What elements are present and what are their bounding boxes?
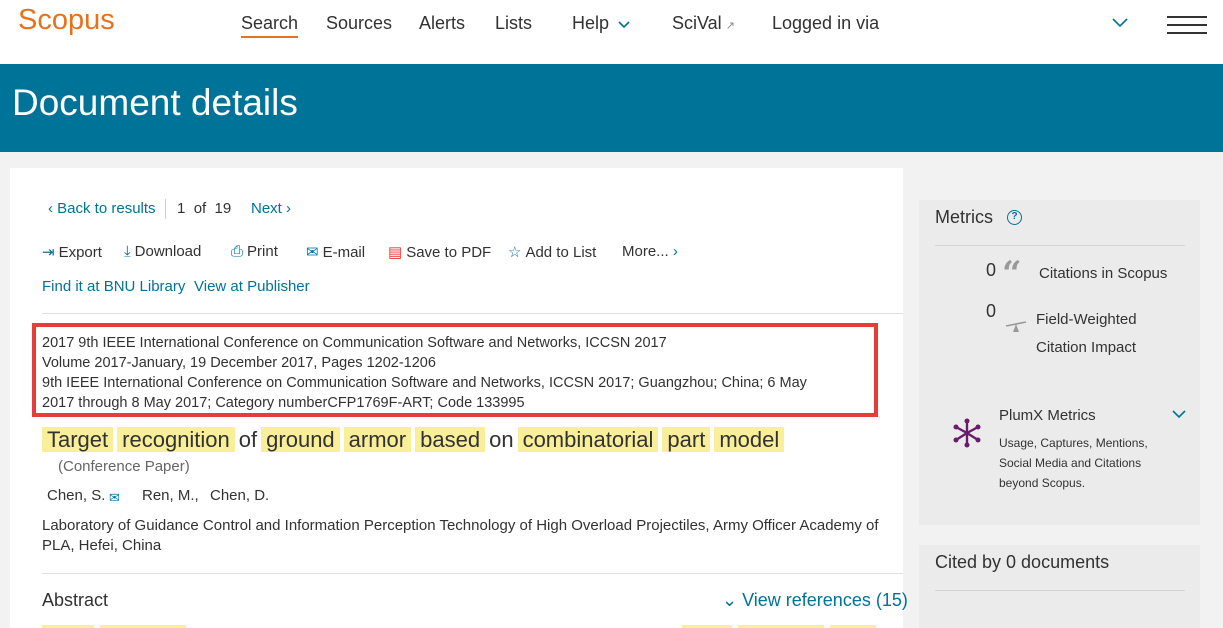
view-at-publisher-link[interactable]: View at Publisher <box>194 278 310 295</box>
printer-icon: ⎙ <box>231 243 244 260</box>
help-icon[interactable]: ? <box>1007 210 1022 225</box>
more-button[interactable]: More... › <box>622 243 682 260</box>
envelope-icon: ✉ <box>306 244 319 261</box>
fwci-value: 0 <box>986 301 997 321</box>
source-volume: Volume 2017-January, 19 December 2017, P… <box>42 355 436 371</box>
conference-info-cont: 2017 through 8 May 2017; Category number… <box>42 395 525 411</box>
citations-count: 0 <box>986 260 997 280</box>
download-button[interactable]: ⤓ Download <box>124 243 201 260</box>
nav-search[interactable]: Search <box>241 13 299 38</box>
nav-help[interactable]: Help <box>572 13 630 34</box>
source-title[interactable]: 2017 9th IEEE International Conference o… <box>42 333 868 353</box>
affiliation: Laboratory of Guidance Control and Infor… <box>42 517 879 554</box>
back-to-results-label: Back to results <box>57 200 156 217</box>
view-references-link[interactable]: ⌄ View references (15) <box>722 590 908 611</box>
back-to-results-link[interactable]: ‹ Back to results <box>48 200 156 217</box>
metrics-title: Metrics <box>935 207 993 227</box>
nav-logged-in: Logged in via <box>772 13 880 33</box>
result-nav-separator <box>165 199 166 219</box>
plumx-title[interactable]: PlumX Metrics <box>999 407 1096 424</box>
nav-sources[interactable]: Sources <box>326 13 392 34</box>
title-word: of <box>238 427 258 452</box>
nav-scival-label: SciVal <box>672 13 722 33</box>
nav-scival[interactable]: SciVal ↗ <box>672 13 735 34</box>
title-word: armor <box>343 427 412 452</box>
abstract-text-preview <box>42 622 903 628</box>
divider <box>42 313 903 314</box>
next-label: Next <box>251 200 282 217</box>
title-word: part <box>662 427 711 452</box>
export-icon: ⇥ <box>42 244 55 261</box>
title-word: based <box>415 427 486 452</box>
document-type: (Conference Paper) <box>58 458 190 475</box>
divider <box>42 573 903 574</box>
title-word: ground <box>261 427 340 452</box>
document-title: Target recognition of ground armor based on com… <box>42 425 788 455</box>
author-link[interactable]: Ren, M., <box>142 487 199 504</box>
divider <box>935 245 1185 246</box>
author-link[interactable]: Chen, D. <box>210 487 269 504</box>
abstract-heading: Abstract <box>42 590 109 610</box>
title-word: model <box>714 427 785 452</box>
page-banner: Document details <box>0 64 1223 152</box>
save-to-pdf-button[interactable]: ▤ Save to PDF <box>388 243 491 261</box>
export-button[interactable]: ⇥ Export <box>42 243 102 261</box>
title-word: Target <box>42 427 114 452</box>
add-to-list-button[interactable]: ☆ Add to List <box>508 243 596 261</box>
plumx-icon <box>953 418 981 448</box>
nav-lists[interactable]: Lists <box>495 13 532 34</box>
star-icon: ☆ <box>508 244 522 261</box>
plumx-description: Usage, Captures, Mentions, Social Media … <box>999 436 1148 490</box>
balance-scale-icon <box>1005 321 1027 332</box>
scopus-logo[interactable]: Scopus <box>18 4 115 37</box>
chevron-down-icon <box>618 21 630 29</box>
result-position: 1 of 19 <box>177 200 232 217</box>
find-at-library-link[interactable]: Find it at BNU Library <box>42 278 185 295</box>
citations-label: Citations in Scopus <box>1039 265 1168 282</box>
chevron-down-icon[interactable] <box>1172 410 1186 419</box>
external-link-icon: ↗ <box>725 20 735 32</box>
account-chevron-down-icon[interactable] <box>1112 18 1128 28</box>
conference-info: 9th IEEE International Conference on Com… <box>42 375 807 391</box>
menu-icon[interactable] <box>1167 16 1207 36</box>
pdf-icon: ▤ <box>388 244 403 261</box>
source-info-box: 2017 9th IEEE International Conference o… <box>32 323 878 417</box>
quote-icon: “ <box>1002 254 1022 294</box>
nav-help-label: Help <box>572 13 610 33</box>
page-title: Document details <box>12 82 298 123</box>
divider <box>935 590 1185 591</box>
fwci-label: Field-Weighted Citation Impact <box>1036 311 1137 356</box>
envelope-icon[interactable]: ✉ <box>109 490 120 506</box>
chevron-right-icon: › <box>672 243 678 260</box>
author-link[interactable]: Chen, S. <box>47 487 105 504</box>
chevron-down-icon: ⌄ <box>722 590 743 610</box>
nav-alerts[interactable]: Alerts <box>419 13 465 34</box>
email-button[interactable]: ✉ E-mail <box>306 243 365 261</box>
next-result-link[interactable]: Next › <box>251 200 291 217</box>
title-word: recognition <box>117 427 235 452</box>
download-icon: ⤓ <box>124 243 131 260</box>
top-navigation: Scopus Search Sources Alerts Lists Help … <box>0 0 1223 64</box>
title-word: combinatorial <box>517 427 659 452</box>
cited-by-title: Cited by 0 documents <box>935 552 1110 572</box>
title-word: on <box>489 427 514 452</box>
print-button[interactable]: ⎙ Print <box>231 243 278 260</box>
